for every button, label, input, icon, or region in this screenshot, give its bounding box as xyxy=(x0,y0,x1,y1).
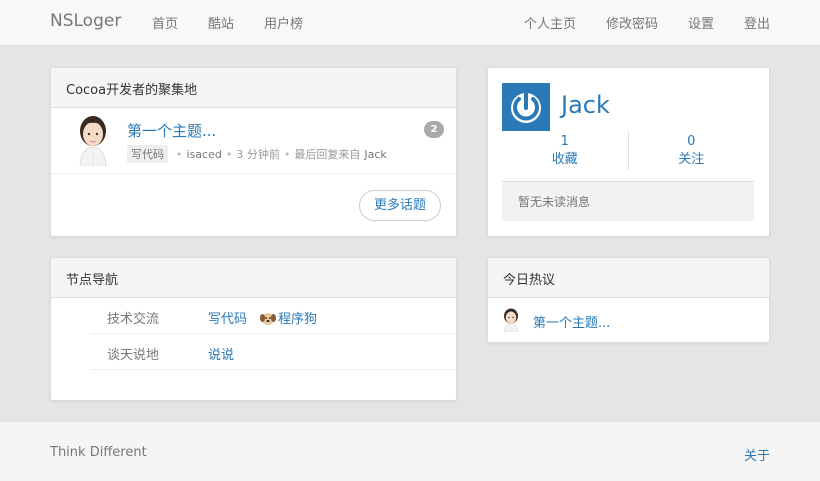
node-category: 技术交流 xyxy=(107,312,160,327)
author-avatar[interactable] xyxy=(502,308,520,332)
topic-node-tag[interactable]: 写代码 xyxy=(127,145,168,163)
author-avatar[interactable] xyxy=(76,114,110,166)
footer-slogan: Think Different xyxy=(50,445,147,460)
node-label: 程序狗 xyxy=(278,312,318,327)
node-link-chat[interactable]: 说说 xyxy=(208,344,234,363)
nav-left: 首页 酷站 用户榜 xyxy=(152,13,333,32)
nav-logout[interactable]: 登出 xyxy=(744,13,770,32)
nav-home[interactable]: 首页 xyxy=(152,13,178,32)
node-links: 说说 xyxy=(208,344,246,363)
topic-time: 3 分钟前 xyxy=(236,148,280,161)
brand-link[interactable]: NSLoger xyxy=(50,11,121,31)
node-navigation-panel: 节点导航 技术交流 写代码 程序狗 谈天说地 说说 xyxy=(50,257,457,401)
node-link-write-code[interactable]: 写代码 xyxy=(208,308,247,327)
following-label: 关注 xyxy=(678,152,705,167)
favorites-count: 1 xyxy=(560,134,569,149)
favorites-stat[interactable]: 1 收藏 xyxy=(502,132,628,172)
topic-author-link[interactable]: isaced xyxy=(187,148,222,161)
nav-settings[interactable]: 设置 xyxy=(688,13,714,32)
nav-profile[interactable]: 个人主页 xyxy=(524,13,576,32)
last-reply-user-link[interactable]: Jack xyxy=(364,148,386,161)
top-navbar: NSLoger 首页 酷站 用户榜 个人主页 修改密码 设置 登出 xyxy=(0,0,820,46)
user-stats: 1 收藏 0 关注 xyxy=(502,132,754,172)
topics-panel-heading: Cocoa开发者的聚集地 xyxy=(51,68,456,108)
node-navigation-heading: 节点导航 xyxy=(51,258,456,298)
reply-count-badge: 2 xyxy=(424,121,444,138)
following-stat[interactable]: 0 关注 xyxy=(629,132,755,172)
username-link[interactable]: Jack xyxy=(561,91,610,119)
unread-messages: 暂无未读消息 xyxy=(502,181,754,221)
node-row: 谈天说地 说说 xyxy=(91,334,456,370)
topic-title-link[interactable]: 第一个主题... xyxy=(127,120,216,141)
user-panel: Jack 1 收藏 0 关注 暂无未读消息 xyxy=(487,67,770,237)
favorites-label: 收藏 xyxy=(551,152,578,167)
nav-cool-sites[interactable]: 酷站 xyxy=(208,13,234,32)
nav-change-password[interactable]: 修改密码 xyxy=(606,13,658,32)
node-row: 技术交流 写代码 程序狗 xyxy=(91,298,456,334)
hot-topic-item: 第一个主题... xyxy=(488,298,769,342)
node-links: 写代码 程序狗 xyxy=(208,308,329,327)
dog-icon xyxy=(260,312,277,325)
nav-user-ranking[interactable]: 用户榜 xyxy=(264,13,303,32)
meta-dot: • xyxy=(176,147,183,161)
last-reply-label: 最后回复来自 xyxy=(294,148,361,161)
meta-dot: • xyxy=(225,147,233,161)
meta-dot: • xyxy=(283,147,291,161)
topic-item: 第一个主题... 写代码 • isaced • 3 分钟前 • 最后回复来自 J… xyxy=(51,108,456,174)
nav-right: 个人主页 修改密码 设置 登出 xyxy=(494,13,770,32)
footer: Think Different 关于 xyxy=(0,421,820,481)
more-topics-button[interactable]: 更多话题 xyxy=(358,190,441,221)
about-link[interactable]: 关于 xyxy=(744,445,770,464)
hot-topic-link[interactable]: 第一个主题... xyxy=(533,312,610,331)
hot-topics-panel: 今日热议 第一个主题... xyxy=(487,257,770,343)
topics-panel: Cocoa开发者的聚集地 第一个主题... 写代码 • isaced • 3 分… xyxy=(50,67,457,237)
topic-meta: 写代码 • isaced • 3 分钟前 • 最后回复来自 Jack xyxy=(127,145,387,163)
power-icon[interactable] xyxy=(502,83,550,131)
hot-topics-heading: 今日热议 xyxy=(488,258,769,298)
following-count: 0 xyxy=(687,134,696,149)
node-link-programmer-dog[interactable]: 程序狗 xyxy=(259,308,317,327)
node-category: 谈天说地 xyxy=(107,348,160,363)
